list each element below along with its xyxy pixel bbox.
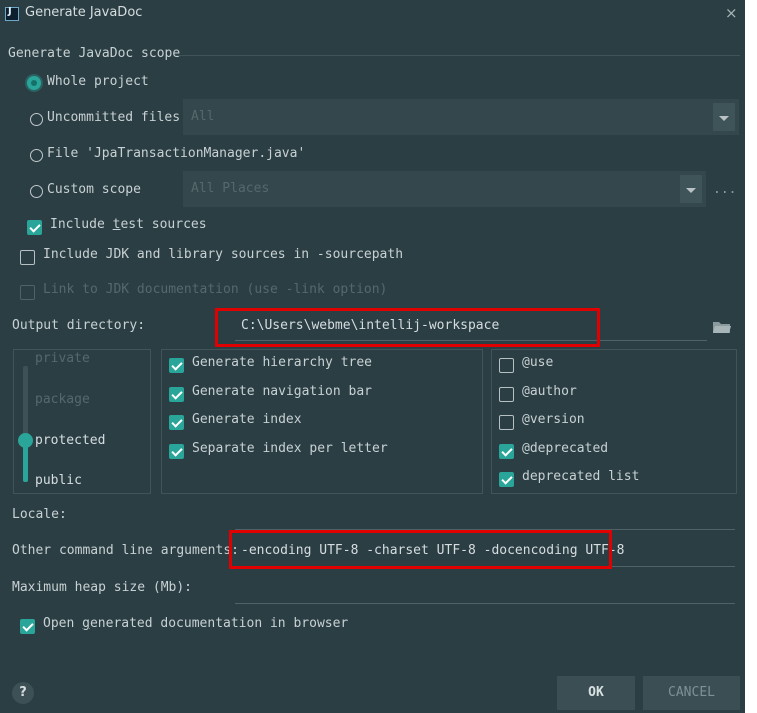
tag-author-checkbox[interactable] — [499, 387, 514, 402]
heap-size-underline — [235, 603, 735, 604]
chevron-down-icon[interactable] — [713, 103, 735, 131]
custom-scope-combo-value: All Places — [191, 181, 270, 196]
separate-index-checkbox[interactable] — [169, 444, 184, 459]
include-jdk-sources-checkbox[interactable] — [20, 250, 35, 265]
command-line-args-highlight — [229, 530, 612, 569]
title-bar: Generate JavaDoc × — [0, 0, 745, 28]
radio-uncommitted-files-label[interactable]: Uncommitted files — [47, 110, 180, 125]
dialog-title: Generate JavaDoc — [25, 5, 143, 20]
scope-heading: Generate JavaDoc scope — [8, 46, 181, 61]
include-test-sources-checkbox[interactable] — [27, 220, 42, 235]
generate-javadoc-dialog: Generate JavaDoc × Generate JavaDoc scop… — [0, 0, 745, 713]
separate-index-label[interactable]: Separate index per letter — [192, 441, 388, 456]
close-icon[interactable]: × — [725, 4, 738, 22]
open-browser-mnemonic: g — [82, 616, 90, 631]
include-test-label-pre: Include — [50, 217, 113, 232]
heap-size-label: Maximum heap size (Mb): — [12, 580, 193, 595]
open-in-browser-checkbox[interactable] — [20, 619, 35, 634]
tag-deprecated-list-label[interactable]: deprecated list — [522, 469, 639, 484]
tag-deprecated-label[interactable]: @deprecated — [522, 441, 608, 456]
link-jdk-docs-checkbox — [20, 285, 35, 300]
radio-whole-project-label[interactable]: Whole project — [47, 74, 149, 89]
generate-hierarchy-tree-checkbox[interactable] — [169, 358, 184, 373]
radio-custom-scope[interactable] — [30, 185, 43, 198]
tag-use-checkbox[interactable] — [499, 358, 514, 373]
uncommitted-files-combo[interactable]: All — [183, 99, 739, 135]
generate-navigation-bar-label[interactable]: Generate navigation bar — [192, 384, 372, 399]
help-button[interactable]: ? — [12, 682, 34, 704]
radio-uncommitted-files[interactable] — [30, 113, 43, 126]
radio-custom-scope-label[interactable]: Custom scope — [47, 182, 141, 197]
visibility-slider-thumb[interactable] — [18, 433, 33, 448]
cancel-button[interactable]: CANCEL — [643, 676, 740, 710]
browse-scope-button[interactable]: ... — [713, 182, 736, 197]
output-directory-highlight — [215, 308, 600, 347]
chevron-down-icon[interactable] — [680, 175, 702, 203]
command-line-args-label: Other command line arguments: — [12, 543, 239, 558]
open-browser-label-post: enerated documentation in browser — [89, 616, 349, 631]
tag-use-label[interactable]: @use — [522, 355, 553, 370]
include-jdk-sources-label[interactable]: Include JDK and library sources in -sour… — [43, 247, 403, 262]
visibility-level-public[interactable]: public — [35, 473, 82, 488]
generate-navigation-bar-checkbox[interactable] — [169, 387, 184, 402]
output-directory-label: Output directory: — [12, 318, 146, 333]
radio-current-file-label[interactable]: File 'JpaTransactionManager.java' — [47, 146, 305, 161]
locale-label: Locale: — [12, 507, 67, 522]
visibility-level-private[interactable]: private — [35, 351, 90, 366]
visibility-panel — [13, 349, 151, 494]
generate-hierarchy-tree-label[interactable]: Generate hierarchy tree — [192, 355, 372, 370]
link-jdk-docs-label: Link to JDK documentation (use -link opt… — [43, 282, 388, 297]
intellij-app-icon — [5, 6, 19, 21]
tag-version-label[interactable]: @version — [522, 412, 585, 427]
generate-index-label[interactable]: Generate index — [192, 412, 302, 427]
visibility-level-protected[interactable]: protected — [35, 433, 105, 448]
visibility-level-package[interactable]: package — [35, 392, 90, 407]
tag-deprecated-list-checkbox[interactable] — [499, 472, 514, 487]
open-in-browser-label[interactable]: Open generated documentation in browser — [43, 616, 348, 631]
folder-icon[interactable] — [712, 320, 732, 334]
custom-scope-combo[interactable]: All Places — [183, 171, 706, 207]
uncommitted-files-combo-value: All — [191, 109, 215, 124]
radio-current-file[interactable] — [30, 149, 43, 162]
scope-divider — [176, 55, 740, 56]
tag-version-checkbox[interactable] — [499, 415, 514, 430]
include-test-sources-label[interactable]: Include test sources — [50, 217, 207, 232]
open-browser-label-pre: Open — [43, 616, 83, 631]
include-test-label-post: est sources — [120, 217, 207, 232]
generate-index-checkbox[interactable] — [169, 415, 184, 430]
radio-whole-project[interactable] — [27, 76, 41, 90]
ok-button[interactable]: OK — [557, 676, 635, 710]
tag-author-label[interactable]: @author — [522, 384, 577, 399]
tag-deprecated-checkbox[interactable] — [499, 444, 514, 459]
